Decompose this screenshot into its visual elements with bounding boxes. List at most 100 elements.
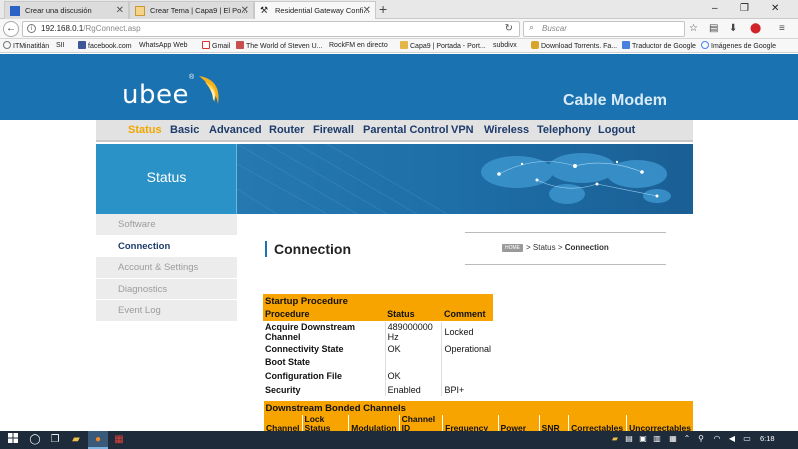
volume-icon[interactable]: ◀ xyxy=(727,434,737,444)
tray-folder-icon[interactable]: ▰ xyxy=(610,434,620,444)
file-explorer-icon[interactable]: ▰ xyxy=(67,431,85,449)
menu-wireless[interactable]: Wireless xyxy=(484,124,529,136)
bookmark-sii[interactable]: SII xyxy=(56,41,65,103)
bookmark-google-images[interactable]: Imágenes de Google xyxy=(701,41,776,52)
new-tab-button[interactable]: + xyxy=(379,0,387,18)
search-circle-icon[interactable]: ◯ xyxy=(26,431,44,449)
menu-icon[interactable]: ≡ xyxy=(779,22,785,36)
column-header: Channel ID xyxy=(398,415,443,432)
bookmark-steven-universe[interactable]: The World of Steven U... xyxy=(236,41,323,52)
tray-app-icon[interactable]: ▦ xyxy=(668,434,678,444)
table-row: Security Enabled BPI+ xyxy=(263,382,493,396)
minimize-button[interactable]: – xyxy=(712,0,718,18)
sidebar-item-account-settings[interactable]: Account & Settings xyxy=(96,257,237,279)
table-row: Acquire Downstream Channel 489000000 Hz … xyxy=(263,320,493,342)
menu-vpn[interactable]: VPN xyxy=(451,124,474,136)
table-header-row: Channel Lock Status Modulation Channel I… xyxy=(263,415,693,432)
fish-logo-icon xyxy=(199,76,219,104)
menu-router[interactable]: Router xyxy=(269,124,304,136)
column-header: Comment xyxy=(441,308,493,321)
tab-label: Residential Gateway Confi... xyxy=(275,6,370,15)
close-tab-icon[interactable]: ✕ xyxy=(241,2,249,19)
tray-app-icon[interactable]: ▤ xyxy=(624,434,634,444)
globe-icon xyxy=(3,41,11,49)
menu-basic[interactable]: Basic xyxy=(170,124,199,136)
sidebar-item-software[interactable]: Software xyxy=(96,214,237,236)
sidebar-item-connection[interactable]: Connection xyxy=(96,235,237,257)
table-cell: OK xyxy=(384,341,442,356)
chevron-up-icon[interactable]: ⌃ xyxy=(682,434,692,444)
menu-status[interactable]: Status xyxy=(128,124,162,136)
adblock-icon[interactable]: ⬤ xyxy=(750,22,761,36)
restore-button[interactable]: ❐ xyxy=(740,0,749,18)
table-row: Configuration File OK xyxy=(263,368,493,383)
table-cell: OK xyxy=(384,368,442,383)
table-cell: Enabled xyxy=(384,382,442,396)
app-taskbar-icon[interactable]: ▦ xyxy=(110,431,128,449)
wifi-icon[interactable]: ◠ xyxy=(712,434,722,444)
browser-tab-3[interactable]: ⚒ Residential Gateway Confi... ✕ xyxy=(254,1,376,20)
menu-logout[interactable]: Logout xyxy=(598,124,635,136)
bookmark-facebook[interactable]: facebook.com xyxy=(78,41,132,52)
url-text: 192.168.0.1/RgConnect.asp xyxy=(41,24,141,33)
download-icon[interactable]: ⬇ xyxy=(729,22,737,36)
modem-header: ubee ® Cable Modem xyxy=(0,54,798,120)
notifications-icon[interactable]: ▭ xyxy=(742,434,752,444)
bookmark-gmail[interactable]: Gmail xyxy=(202,41,230,52)
capa9-icon xyxy=(400,41,408,49)
taskbar-clock[interactable]: 6:18 xyxy=(760,434,775,443)
close-window-button[interactable]: ✕ xyxy=(771,0,779,18)
close-tab-icon[interactable]: ✕ xyxy=(116,2,124,19)
clipboard-icon[interactable]: ▤ xyxy=(709,22,718,36)
table-header-row: Procedure Status Comment xyxy=(263,308,493,321)
search-input[interactable]: ⌕ Buscar xyxy=(523,21,685,37)
bookmark-rockfm[interactable]: RockFM en directo xyxy=(329,41,388,103)
bookmark-capa9[interactable]: Capa9 | Portada - Port... xyxy=(400,41,486,52)
column-header: Correctables xyxy=(568,415,627,432)
tray-app-icon[interactable]: ▣ xyxy=(638,434,648,444)
menu-firewall[interactable]: Firewall xyxy=(313,124,354,136)
column-header: Frequency xyxy=(442,415,499,432)
table-cell: BPI+ xyxy=(441,382,493,396)
sidebar-nav: Software Connection Account & Settings D… xyxy=(96,214,237,334)
column-header: Status xyxy=(385,308,442,321)
bookmark-itminatitlan[interactable]: ITMinatitlán xyxy=(3,41,49,52)
menu-advanced[interactable]: Advanced xyxy=(209,124,262,136)
bookmark-torrents[interactable]: Download Torrents. Fa... xyxy=(531,41,617,52)
tab-label: Crear una discusión xyxy=(25,6,92,15)
firefox-taskbar-icon[interactable]: ● xyxy=(88,431,108,449)
shield-icon xyxy=(531,41,539,49)
close-tab-icon[interactable]: ✕ xyxy=(363,2,371,19)
facebook-icon xyxy=(78,41,86,49)
menu-parental-control[interactable]: Parental Control xyxy=(363,124,449,136)
back-button[interactable]: ← xyxy=(3,21,19,37)
breadcrumb-home[interactable]: HOME xyxy=(502,244,523,252)
section-title: Status xyxy=(146,169,187,185)
favicon-tools-icon: ⚒ xyxy=(260,5,269,15)
google-icon xyxy=(701,41,709,49)
network-icon[interactable]: ⚲ xyxy=(696,434,706,444)
bookmark-whatsapp[interactable]: WhatsApp Web xyxy=(139,41,188,103)
sidebar-item-event-log[interactable]: Event Log xyxy=(96,300,237,322)
bookmark-translate[interactable]: Traductor de Google xyxy=(622,41,696,52)
breadcrumb-status[interactable]: Status xyxy=(533,243,556,252)
column-header: Channel xyxy=(263,415,303,432)
search-placeholder: Buscar xyxy=(542,24,567,33)
bookmark-star-icon[interactable]: ☆ xyxy=(689,22,698,36)
sidebar-item-diagnostics[interactable]: Diagnostics xyxy=(96,278,237,300)
site-info-icon[interactable]: i xyxy=(27,24,36,33)
tray-app-icon[interactable]: ▥ xyxy=(652,434,662,444)
navigation-toolbar: ← i 192.168.0.1/RgConnect.asp ↻ ⌕ Buscar… xyxy=(0,19,798,39)
browser-tab-2[interactable]: Crear Tema | Capa9 | El Po... ✕ xyxy=(129,1,254,19)
bookmark-subdivx[interactable]: subdivx xyxy=(493,41,517,103)
column-header: Procedure xyxy=(263,308,386,321)
task-view-icon[interactable]: ❐ xyxy=(46,431,64,449)
browser-tab-1[interactable]: Crear una discusión ✕ xyxy=(4,1,129,19)
column-header: Lock Status xyxy=(301,415,349,432)
table-row: Connectivity State OK Operational xyxy=(263,341,493,356)
reload-icon[interactable]: ↻ xyxy=(505,23,513,34)
column-header: Uncorrectables xyxy=(626,415,693,432)
menu-telephony[interactable]: Telephony xyxy=(537,124,591,136)
address-bar[interactable]: i 192.168.0.1/RgConnect.asp ↻ xyxy=(22,21,520,37)
start-button[interactable] xyxy=(2,431,24,449)
